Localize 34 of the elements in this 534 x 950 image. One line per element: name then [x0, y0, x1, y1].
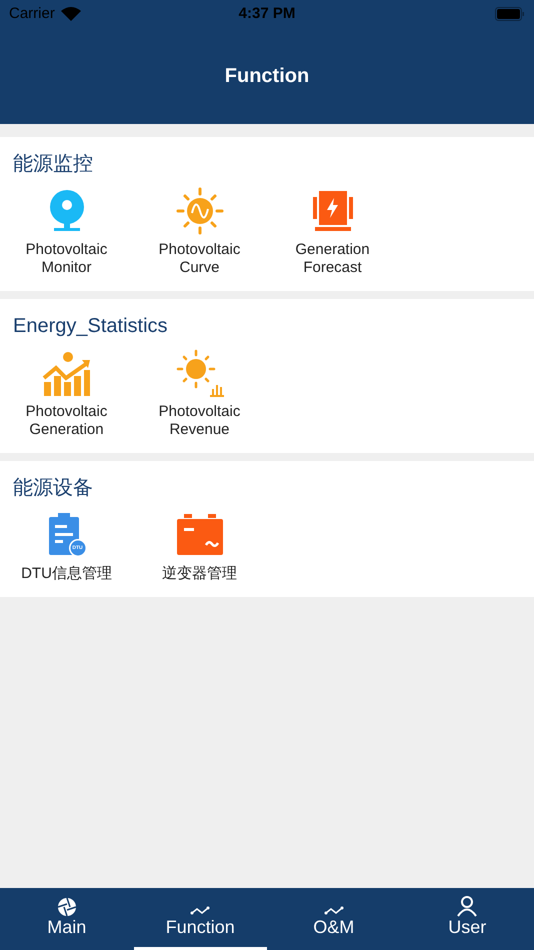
carrier-label: Carrier — [9, 4, 55, 24]
function-item[interactable]: Photovoltaic Monitor — [0, 185, 133, 277]
function-label: DTU信息管理 — [21, 565, 112, 583]
sun-bars-icon — [176, 349, 224, 397]
function-item[interactable]: 逆变器管理 — [133, 509, 266, 583]
function-label: 逆变器管理 — [162, 565, 237, 583]
function-item[interactable]: Photovoltaic Curve — [133, 185, 266, 277]
function-label: Photovoltaic Monitor — [26, 241, 108, 277]
page-title: Function — [224, 64, 310, 89]
section-title: 能源监控 — [12, 152, 94, 177]
trend-line-icon — [190, 905, 210, 917]
generator-icon — [310, 189, 354, 233]
trend-line-icon — [324, 905, 344, 917]
function-label: Photovoltaic Curve — [158, 241, 240, 277]
aperture-icon — [56, 897, 77, 917]
sun-wave-icon — [176, 187, 224, 235]
function-label: Photovoltaic Revenue — [158, 403, 240, 439]
function-item[interactable]: Photovoltaic Generation — [0, 347, 133, 439]
section-title: 能源设备 — [12, 476, 94, 501]
function-item[interactable]: Generation Forecast — [266, 185, 399, 277]
clock-time: 4:37 PM — [238, 4, 296, 24]
wifi-icon — [60, 7, 81, 21]
function-label: Generation Forecast — [295, 241, 370, 277]
tab-button[interactable]: O&M — [267, 888, 400, 950]
function-item[interactable]: Photovoltaic Revenue — [133, 347, 266, 439]
growth-chart-icon — [42, 350, 92, 396]
battery-icon — [176, 514, 224, 556]
function-label: Photovoltaic Generation — [26, 403, 108, 439]
tab-button[interactable]: Main — [0, 888, 134, 950]
section-title: Energy_Statistics — [12, 314, 169, 339]
battery-status-icon — [495, 7, 525, 21]
tab-button[interactable]: Function — [134, 888, 267, 950]
user-icon — [456, 895, 478, 917]
tab-button[interactable]: User — [400, 888, 534, 950]
